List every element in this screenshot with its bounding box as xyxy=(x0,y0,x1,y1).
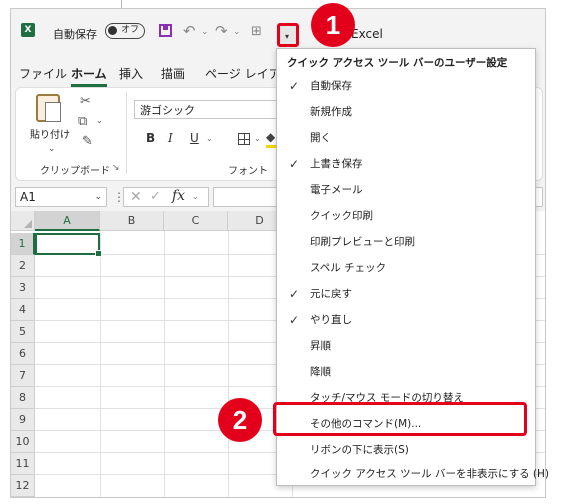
formula-controls: ✕ ✓ fx ⌄ xyxy=(123,187,209,207)
fill-color-icon[interactable]: ◆ xyxy=(266,130,280,148)
chevron-down-icon[interactable]: ⌄ xyxy=(192,192,199,201)
cancel-icon[interactable]: ✕ xyxy=(130,189,142,205)
row-header[interactable]: 1 xyxy=(11,233,35,255)
format-painter-icon[interactable]: ✎ xyxy=(82,134,93,149)
menu-item-label: 上書き保存 xyxy=(310,158,363,170)
underline-button[interactable]: U xyxy=(190,131,199,145)
scissors-icon[interactable]: ✂ xyxy=(80,94,91,109)
row-header[interactable]: 9 xyxy=(11,409,35,431)
chevron-down-icon[interactable]: ⌄ xyxy=(94,188,102,206)
active-cell-a1[interactable] xyxy=(35,233,102,257)
menu-item-undo[interactable]: ✓ 元に戻す xyxy=(277,281,535,307)
title-bar: X 自動保存 オフ ↶ ⌄ ↷ ⌄ ⊞ ▾ Excel xyxy=(11,9,545,49)
row-header[interactable]: 5 xyxy=(11,321,35,343)
menu-item-label: リボンの下に表示(S) xyxy=(310,444,409,456)
redo-icon[interactable]: ↷ xyxy=(215,22,228,40)
menu-item-label: 新規作成 xyxy=(310,106,352,118)
menu-item-new[interactable]: 新規作成 xyxy=(277,99,535,125)
table-icon[interactable]: ⊞ xyxy=(251,24,262,39)
check-icon: ✓ xyxy=(289,313,300,327)
redo-dropdown-icon[interactable]: ⌄ xyxy=(233,27,241,37)
italic-button[interactable]: I xyxy=(168,131,173,145)
step-2-badge: 2 xyxy=(218,398,262,442)
insert-function-icon[interactable]: fx xyxy=(172,188,185,204)
tab-insert[interactable]: 挿入 xyxy=(119,65,143,82)
check-icon: ✓ xyxy=(289,287,300,301)
menu-item-label: やり直し xyxy=(310,314,352,326)
menu-item-label: クイック アクセス ツール バーを非表示にする (H) xyxy=(310,468,550,480)
menu-item-print-preview[interactable]: 印刷プレビューと印刷 xyxy=(277,229,535,255)
menu-item-label: 昇順 xyxy=(310,340,331,352)
window-title: Excel xyxy=(351,27,383,41)
customize-qat-icon: ▾ xyxy=(285,32,290,41)
toggle-knob xyxy=(108,26,117,35)
menu-item-label: 電子メール xyxy=(310,184,363,196)
column-header-b[interactable]: B xyxy=(100,211,164,231)
menu-item-label: 自動保存 xyxy=(310,80,352,92)
bold-button[interactable]: B xyxy=(146,131,155,145)
clipboard-icon[interactable] xyxy=(36,94,61,122)
customize-qat-button[interactable]: ▾ xyxy=(277,23,299,47)
tab-file[interactable]: ファイル xyxy=(19,65,67,82)
save-icon[interactable] xyxy=(159,24,172,37)
undo-dropdown-icon[interactable]: ⌄ xyxy=(201,27,209,37)
row-header[interactable]: 4 xyxy=(11,299,35,321)
menu-item-hide-qat[interactable]: クイック アクセス ツール バーを非表示にする (H) xyxy=(277,461,549,487)
menu-item-label: クイック印刷 xyxy=(310,210,373,222)
enter-icon[interactable]: ✓ xyxy=(150,189,161,204)
menu-item-sort-ascending[interactable]: 昇順 xyxy=(277,333,535,359)
row-header[interactable]: 2 xyxy=(11,255,35,277)
row-header[interactable]: 6 xyxy=(11,343,35,365)
highlight-more-commands xyxy=(273,402,527,436)
copy-dropdown-icon[interactable]: ⌄ xyxy=(96,116,103,125)
clipboard-group-label: クリップボード xyxy=(40,166,110,177)
menu-item-label: 印刷プレビューと印刷 xyxy=(310,236,415,248)
menu-item-save[interactable]: ✓ 上書き保存 xyxy=(277,151,535,177)
paste-button-label[interactable]: 貼り付け xyxy=(30,126,70,141)
step-1-badge: 1 xyxy=(311,3,355,47)
undo-icon[interactable]: ↶ xyxy=(183,22,196,40)
menu-header: クイック アクセス ツール バーのユーザー設定 xyxy=(287,57,508,69)
excel-logo-icon: X xyxy=(21,23,35,37)
autosave-toggle-label: オフ xyxy=(121,25,140,35)
row-header[interactable]: 11 xyxy=(11,453,35,475)
name-box[interactable]: A1 ⌄ xyxy=(15,187,107,207)
underline-dropdown-icon[interactable]: ⌄ xyxy=(206,134,213,143)
column-header-a[interactable]: A xyxy=(35,211,100,231)
autosave-label: 自動保存 xyxy=(53,28,97,41)
menu-item-email[interactable]: 電子メール xyxy=(277,177,535,203)
row-header[interactable]: 3 xyxy=(11,277,35,299)
tab-home[interactable]: ホーム xyxy=(71,65,107,87)
menu-item-label: 元に戻す xyxy=(310,288,352,300)
menu-item-show-below-ribbon[interactable]: リボンの下に表示(S) xyxy=(277,437,535,463)
row-header[interactable]: 8 xyxy=(11,387,35,409)
row-header[interactable]: 7 xyxy=(11,365,35,387)
menu-item-redo[interactable]: ✓ やり直し xyxy=(277,307,535,333)
menu-item-spell-check[interactable]: スペル チェック xyxy=(277,255,535,281)
select-all-button[interactable] xyxy=(11,211,35,231)
tab-draw[interactable]: 描画 xyxy=(161,65,185,82)
column-header-c[interactable]: C xyxy=(164,211,228,231)
menu-item-sort-descending[interactable]: 降順 xyxy=(277,359,535,385)
copy-icon[interactable]: ⧉ xyxy=(78,114,87,129)
menu-item-quick-print[interactable]: クイック印刷 xyxy=(277,203,535,229)
menu-item-label: 降順 xyxy=(310,366,331,378)
name-box-value: A1 xyxy=(20,190,36,204)
menu-item-label: 開く xyxy=(310,132,331,144)
check-icon: ✓ xyxy=(289,79,300,93)
chevron-down-icon[interactable]: ⌄ xyxy=(48,144,56,154)
autosave-toggle[interactable]: オフ xyxy=(105,23,145,39)
menu-item-label: スペル チェック xyxy=(310,262,387,274)
row-header[interactable]: 12 xyxy=(11,475,35,497)
dialog-launcher-icon[interactable]: ↘ xyxy=(112,163,120,173)
menu-item-autosave[interactable]: ✓ 自動保存 xyxy=(277,73,535,99)
font-name-box[interactable]: 游ゴシック xyxy=(134,100,284,119)
font-group-label: フォント xyxy=(228,166,268,177)
check-icon: ✓ xyxy=(289,157,300,171)
row-header[interactable]: 10 xyxy=(11,431,35,453)
menu-item-open[interactable]: 開く xyxy=(277,125,535,151)
group-divider xyxy=(126,92,127,174)
border-dropdown-icon[interactable]: ⌄ xyxy=(254,134,261,143)
border-icon[interactable] xyxy=(238,133,250,145)
